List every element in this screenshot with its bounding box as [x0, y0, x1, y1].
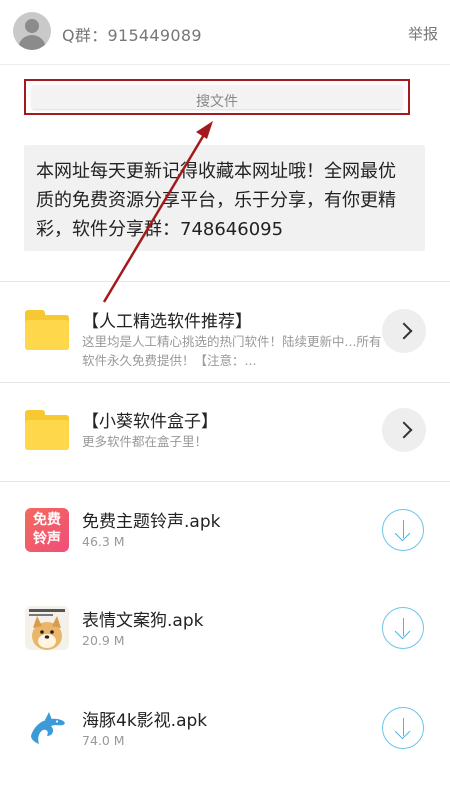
folder-icon: [25, 310, 69, 350]
download-button[interactable]: [382, 707, 424, 749]
avatar-body: [18, 35, 46, 50]
open-folder-button[interactable]: [382, 309, 426, 353]
avatar[interactable]: [13, 12, 51, 50]
download-button[interactable]: [382, 509, 424, 551]
icon-text-bottom: 铃声: [33, 531, 61, 547]
search-input[interactable]: 搜文件: [32, 85, 402, 110]
folder-description: 更多软件都在盒子里！: [82, 434, 208, 449]
file-name: 表情文案狗.apk: [82, 611, 204, 631]
qq-group-number: Q群：915449089: [62, 26, 202, 45]
ringtone-app-icon: 免费 铃声: [25, 508, 69, 552]
chevron-right-icon: [395, 322, 413, 340]
avatar-head: [25, 19, 39, 33]
search-highlight-box: 搜文件: [24, 79, 410, 115]
doge-app-icon: [25, 606, 69, 650]
folder-item-manual-picks[interactable]: 【人工精选软件推荐】 这里均是人工精心挑选的热门软件！陆续更新中...所有软件永…: [0, 282, 450, 382]
icon-text-top: 免费: [33, 512, 61, 528]
folder-icon: [25, 410, 69, 450]
file-size: 20.9 M: [82, 633, 125, 648]
folder-title: 【小葵软件盒子】: [82, 412, 218, 432]
chevron-right-icon: [395, 421, 413, 439]
folder-description: 这里均是人工精心挑选的热门软件！陆续更新中...所有软件永久免费提供！【注意：.…: [82, 334, 382, 368]
dolphin-app-icon: [25, 706, 69, 750]
open-folder-button[interactable]: [382, 408, 426, 452]
file-size: 74.0 M: [82, 733, 125, 748]
file-size: 46.3 M: [82, 534, 125, 549]
dolphin-icon: [31, 712, 65, 744]
file-item[interactable]: 海豚4k影视.apk 74.0 M: [0, 682, 450, 782]
file-name: 免费主题铃声.apk: [82, 512, 221, 532]
notice-banner: 本网址每天更新记得收藏本网址哦！全网最优质的免费资源分享平台，乐于分享，有你更精…: [24, 145, 425, 251]
folder-item-software-box[interactable]: 【小葵软件盒子】 更多软件都在盒子里！: [0, 383, 450, 481]
download-button[interactable]: [382, 607, 424, 649]
search-placeholder: 搜文件: [196, 94, 238, 110]
folder-title: 【人工精选软件推荐】: [82, 312, 252, 332]
doge-face-icon: [29, 609, 65, 650]
file-item[interactable]: 表情文案狗.apk 20.9 M: [0, 582, 450, 682]
report-button[interactable]: 举报: [408, 23, 438, 44]
file-name: 海豚4k影视.apk: [82, 711, 208, 731]
header-bar: Q群：915449089 举报: [0, 0, 450, 65]
file-item[interactable]: 免费 铃声 免费主题铃声.apk 46.3 M: [0, 482, 450, 582]
